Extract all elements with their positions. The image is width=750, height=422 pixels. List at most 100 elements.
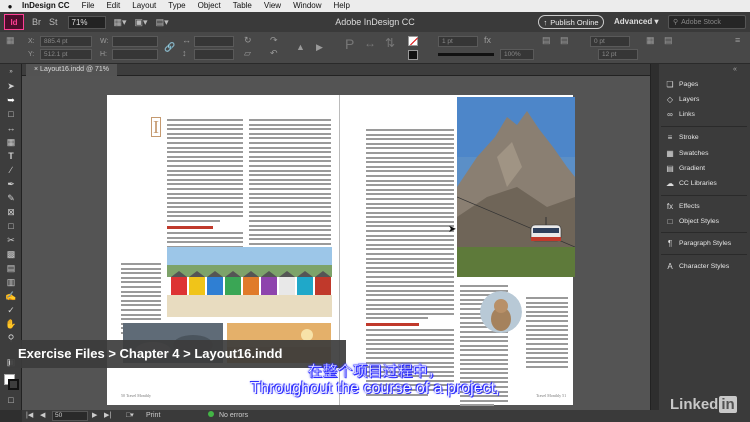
hand-tool-icon[interactable]: ✋ [3,318,19,331]
x-position-field[interactable]: 885.4 pt [40,36,92,47]
panel-links[interactable]: ∞ Links [665,110,695,119]
right-text-column-1[interactable] [366,129,454,398]
left-text-column-2[interactable] [249,119,331,261]
dock-collapse-icon[interactable]: « [733,66,737,73]
shear-icon[interactable]: ▱ [244,48,251,59]
gap-field[interactable]: 0 pt [590,36,630,47]
width-field[interactable] [112,36,158,47]
gradient-swatch-tool-icon[interactable]: ▤ [3,262,19,275]
last-page-icon[interactable]: ▶| [104,410,111,422]
direct-selection-tool-icon[interactable]: ➥ [3,94,19,107]
selection-tool-icon[interactable]: ➤ [3,80,19,93]
menu-edit[interactable]: Edit [100,0,126,12]
line-tool-icon[interactable]: ∕ [3,164,19,177]
select-previous-icon[interactable]: ⇅ [385,36,395,50]
font-size-field[interactable]: 12 pt [598,49,638,60]
screen-mode-icon[interactable]: ▣▾ [135,17,148,28]
meerkat-circle-image[interactable] [480,291,522,333]
page-options-icon[interactable]: □▾ [126,410,134,422]
rectangle-tool-icon[interactable]: □ [3,220,19,233]
panel-gradient[interactable]: ▤ Gradient [665,164,705,173]
panel-pages[interactable]: ❏ Pages [665,80,698,89]
fx-icon[interactable]: fx [484,35,491,45]
panel-character-styles[interactable]: A Character Styles [665,262,729,271]
content-collector-tool-icon[interactable]: ▦ [3,136,19,149]
flip-horizontal-icon[interactable]: ▲ [296,42,305,52]
scale-y-icon[interactable]: ↕ [182,48,187,58]
preflight-status[interactable]: No errors [208,410,248,422]
panel-layers[interactable]: ◇ Layers [665,95,699,104]
rectangle-frame-tool-icon[interactable]: ⊠ [3,206,19,219]
type-tool-icon[interactable]: T [3,150,19,163]
workspace-switcher[interactable]: Advanced ▾ [614,12,658,32]
menu-help[interactable]: Help [328,0,356,12]
stock-icon[interactable]: St [49,17,58,27]
menu-layout[interactable]: Layout [126,0,162,12]
next-page-icon[interactable]: ▶ [92,410,97,422]
free-transform-tool-icon[interactable]: ▩ [3,248,19,261]
zoom-level-field[interactable]: 71% [67,15,106,29]
fill-swatch[interactable] [408,36,418,46]
select-content-icon[interactable]: ↔ [364,36,376,50]
rotate-icon[interactable]: ↻ [244,35,252,46]
opacity-field[interactable]: 100% [500,49,534,60]
right-page[interactable]: Travel Monthly 51 [340,95,575,407]
bridge-icon[interactable]: Br [32,17,41,27]
view-options-icon[interactable]: ▦▾ [114,17,127,28]
note-tool-icon[interactable]: ✍ [3,290,19,303]
stroke-swatch[interactable] [408,50,418,60]
beach-huts-image[interactable] [167,247,332,317]
panel-cc-libraries[interactable]: ☁ CC Libraries [665,179,717,188]
panel-menu-icon[interactable]: ≡ [735,35,740,45]
pen-tool-icon[interactable]: ✒ [3,178,19,191]
stroke-weight-field[interactable]: 1 pt [438,36,478,47]
menu-file[interactable]: File [76,0,101,12]
document-tab[interactable]: × Layout16.indd @ 71% [26,64,118,76]
scale-x-field[interactable] [194,36,234,47]
constrain-proportions-icon[interactable]: 🔗 [164,42,175,53]
height-field[interactable] [112,49,158,60]
rotate-90-ccw-icon[interactable]: ↶ [270,48,278,59]
frame-fitting-icon[interactable]: ▦ [646,35,655,46]
pencil-tool-icon[interactable]: ✎ [3,192,19,205]
drop-cap-frame[interactable]: I [151,117,161,137]
panel-object-styles[interactable]: □ Object Styles [665,217,719,226]
left-text-column-1[interactable] [167,119,243,264]
menu-view[interactable]: View [258,0,287,12]
scissors-tool-icon[interactable]: ✂ [3,234,19,247]
table-mountain-image[interactable] [457,97,575,277]
menu-type[interactable]: Type [162,0,191,12]
panel-swatches[interactable]: ▦ Swatches [665,149,708,158]
panel-paragraph-styles[interactable]: ¶ Paragraph Styles [665,239,731,248]
text-wrap-icon[interactable]: ▤ [542,35,551,46]
stroke-type-preview[interactable] [438,53,494,56]
publish-online-button[interactable]: ↑ Publish Online [538,15,604,29]
eyedropper-tool-icon[interactable]: ✓ [3,304,19,317]
menu-table[interactable]: Table [227,0,258,12]
first-page-icon[interactable]: |◀ [26,410,33,422]
adobe-stock-search[interactable]: ⚲ Adobe Stock [668,15,746,29]
page-tool-icon[interactable]: □ [3,108,19,121]
panel-stroke[interactable]: ≡ Stroke [665,133,699,142]
arrange-documents-icon[interactable]: ▤▾ [156,17,169,28]
columns-icon[interactable]: ▤ [664,35,673,46]
menu-object[interactable]: Object [192,0,227,12]
align-icon[interactable]: ▤ [560,35,569,46]
select-container-icon[interactable]: P [345,36,354,52]
previous-page-icon[interactable]: ◀ [40,410,45,422]
reference-point-icon[interactable]: ▦ [6,35,15,46]
preflight-profile-label[interactable]: Print [146,410,160,422]
menu-app-name[interactable]: InDesign CC [16,0,76,12]
flip-vertical-icon[interactable]: ▶ [316,42,323,53]
apple-menu-icon[interactable]: ● [4,2,16,11]
close-icon[interactable]: × [34,66,38,73]
menu-window[interactable]: Window [287,0,327,12]
page-number-field[interactable]: 50 [52,411,88,421]
scale-y-field[interactable] [194,49,234,60]
tools-collapse-icon[interactable]: » [3,66,19,79]
panel-effects[interactable]: fx Effects [665,202,700,211]
scale-x-icon[interactable]: ↔ [182,35,191,45]
rotate-90-cw-icon[interactable]: ↷ [270,35,278,46]
gap-tool-icon[interactable]: ↔ [3,122,19,135]
y-position-field[interactable]: 512.1 pt [40,49,92,60]
